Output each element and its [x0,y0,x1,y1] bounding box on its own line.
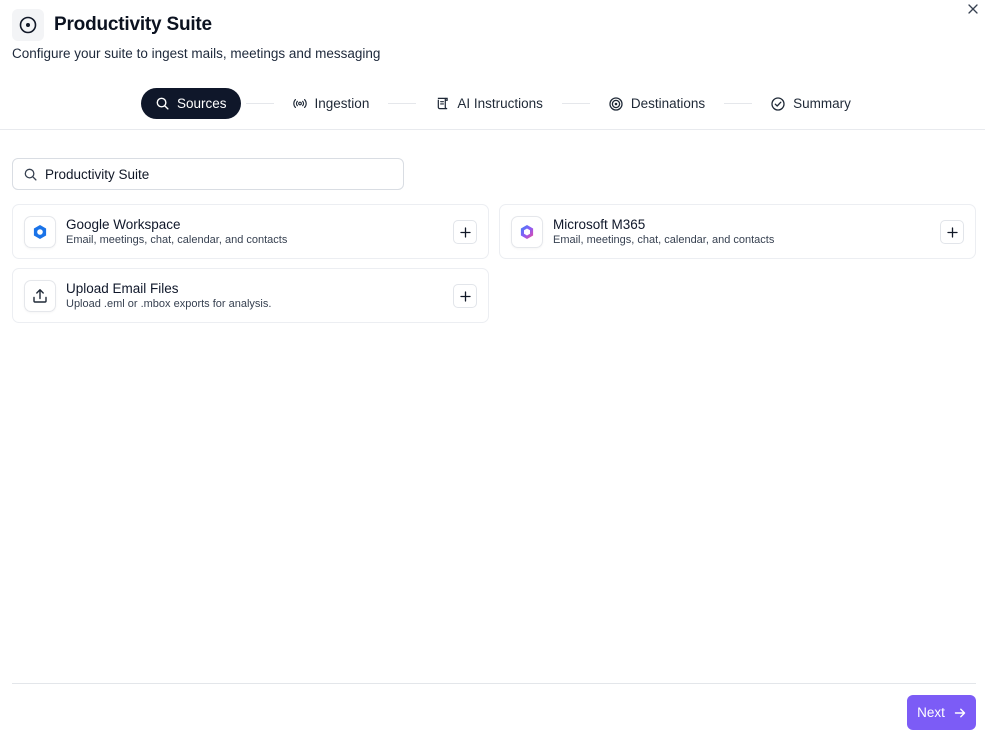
close-icon [968,4,978,14]
step-connector [388,103,417,104]
step-connector [561,103,590,104]
search-icon [24,168,37,181]
source-card-google-workspace[interactable]: Google Workspace Email, meetings, chat, … [12,204,489,259]
close-button[interactable] [965,1,981,17]
step-label: Ingestion [314,96,370,111]
source-name: Microsoft M365 [553,217,646,232]
plus-icon [946,226,958,238]
add-microsoft-m365-button[interactable] [940,220,964,244]
google-workspace-logo [24,215,56,248]
next-button[interactable]: Next [907,695,976,730]
step-ingestion[interactable]: Ingestion [279,88,384,119]
add-upload-email-files-button[interactable] [453,284,477,308]
step-sources[interactable]: Sources [141,88,241,119]
source-name: Google Workspace [66,217,181,232]
step-connector [245,103,274,104]
source-name: Upload Email Files [66,281,179,296]
step-label: AI Instructions [457,96,543,111]
source-search[interactable] [12,158,404,190]
target-icon [609,96,623,111]
target-icon [19,16,37,34]
header-divider [0,129,985,130]
step-summary[interactable]: Summary [757,88,865,119]
next-button-label: Next [917,705,945,720]
step-label: Summary [793,96,851,111]
plus-icon [459,290,471,302]
search-input[interactable] [45,166,375,182]
page-subtitle: Configure your suite to ingest mails, me… [12,46,381,61]
step-destinations[interactable]: Destinations [595,88,719,119]
productivity-suite-dialog: Productivity Suite Configure your suite … [0,0,985,734]
add-google-workspace-button[interactable] [453,220,477,244]
wizard-stepper: Sources Ingestion AI Instructions Destin… [141,88,865,119]
step-label: Destinations [630,96,706,111]
step-ai-instructions[interactable]: AI Instructions [421,88,557,119]
source-description: Upload .eml or .mbox exports for analysi… [66,298,272,310]
check-circle-icon [771,96,785,111]
search-icon [155,97,169,111]
source-card-upload-email-files[interactable]: Upload Email Files Upload .eml or .mbox … [12,268,489,323]
source-description: Email, meetings, chat, calendar, and con… [66,234,288,246]
arrow-right-icon [954,708,966,717]
source-description: Email, meetings, chat, calendar, and con… [553,234,775,246]
scroll-icon [435,97,449,111]
footer-divider [12,683,976,684]
step-label: Sources [177,96,227,111]
step-connector [724,103,753,104]
upload-icon [24,279,56,312]
header-icon-box [12,9,44,41]
plus-icon [459,226,471,238]
microsoft-365-logo [511,215,543,248]
broadcast-icon [292,97,307,111]
source-card-microsoft-m365[interactable]: Microsoft M365 Email, meetings, chat, ca… [499,204,976,259]
page-title: Productivity Suite [54,14,212,35]
